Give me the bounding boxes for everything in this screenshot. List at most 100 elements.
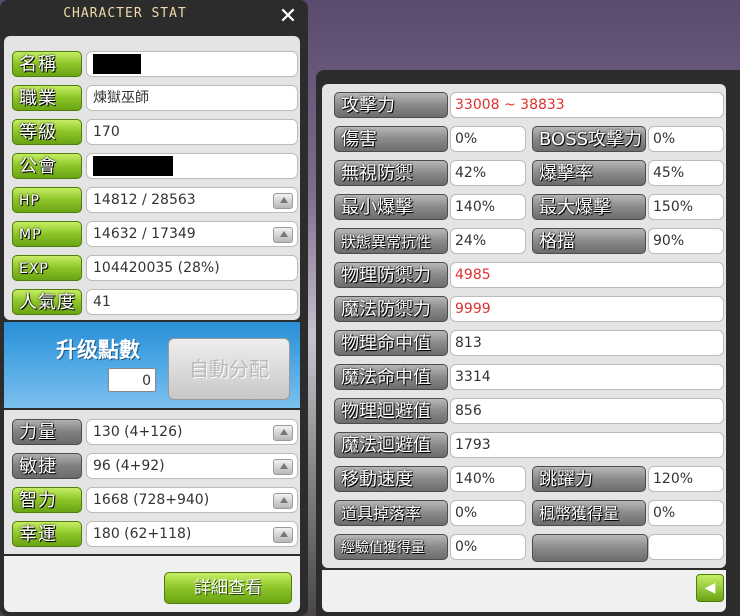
close-icon[interactable]: ✕ [276, 6, 300, 28]
luk-text: 180 (62+118) [93, 526, 192, 542]
dex-increase-button[interactable] [273, 459, 293, 475]
item-drop-label: 道具掉落率 [334, 500, 448, 526]
empty-stat-value [648, 534, 724, 560]
magic-acc-value: 3314 [450, 364, 724, 390]
status-res-value: 24% [450, 228, 526, 254]
collapse-arrow-icon[interactable]: ◀ [696, 574, 724, 602]
hp-text: 14812 / 28563 [93, 192, 196, 208]
phys-acc-value: 813 [450, 330, 724, 356]
window-title: CHARACTER STAT [63, 6, 187, 21]
redacted-guild [93, 156, 173, 176]
phys-acc-row: 物理命中值 813 [334, 330, 724, 358]
item-drop-value: 0% [450, 500, 526, 526]
max-crit-row: 最大爆擊 150% [532, 194, 724, 222]
redacted-name [93, 54, 141, 74]
hp-increase-button[interactable] [273, 193, 293, 209]
str-increase-button[interactable] [273, 425, 293, 441]
damage-label: 傷害 [334, 126, 448, 152]
magic-eva-value: 1793 [450, 432, 724, 458]
luk-label: 幸運 [12, 521, 82, 547]
hp-value: 14812 / 28563 [86, 187, 298, 213]
meso-row: 楓幣獲得量 0% [532, 500, 724, 528]
damage-value: 0% [450, 126, 526, 152]
block-label: 格擋 [532, 228, 646, 254]
ignore-def-row: 無視防禦 42% [334, 160, 526, 188]
detail-stat-window: 攻擊力 33008 ~ 38833 傷害 0% BOSS攻擊力 0% 無視防禦 … [316, 70, 740, 616]
basic-info-section: 名稱 職業 煉獄巫師 等級 170 公會 HP 14812 / 28563 MP… [4, 36, 300, 320]
magic-def-row: 魔法防禦力 9999 [334, 296, 724, 324]
int-increase-button[interactable] [273, 493, 293, 509]
int-row: 智力 1668 (728+940) [12, 486, 298, 514]
luk-row: 幸運 180 (62+118) [12, 520, 298, 548]
mp-label: MP [12, 221, 82, 247]
str-value: 130 (4+126) [86, 419, 298, 445]
character-stat-window: CHARACTER STAT ✕ 名稱 職業 煉獄巫師 等級 170 公會 HP… [0, 0, 308, 616]
dex-label: 敏捷 [12, 453, 82, 479]
dex-row: 敏捷 96 (4+92) [12, 452, 298, 480]
mp-increase-button[interactable] [273, 227, 293, 243]
int-value: 1668 (728+940) [86, 487, 298, 513]
crit-rate-value: 45% [648, 160, 724, 186]
jump-value: 120% [648, 466, 724, 492]
phys-eva-label: 物理迴避值 [334, 398, 448, 424]
min-crit-label: 最小爆擊 [334, 194, 448, 220]
magic-eva-label: 魔法迴避值 [334, 432, 448, 458]
dex-value: 96 (4+92) [86, 453, 298, 479]
min-crit-value: 140% [450, 194, 526, 220]
fame-row: 人氣度 41 [12, 288, 298, 316]
empty-stat-row [532, 534, 724, 562]
speed-value: 140% [450, 466, 526, 492]
str-row: 力量 130 (4+126) [12, 418, 298, 446]
detail-stats-section: 攻擊力 33008 ~ 38833 傷害 0% BOSS攻擊力 0% 無視防禦 … [322, 84, 726, 568]
ap-label: 升级點數 [56, 338, 140, 362]
job-label: 職業 [12, 85, 82, 111]
luk-value: 180 (62+118) [86, 521, 298, 547]
fame-label: 人氣度 [12, 289, 82, 315]
ignore-def-value: 42% [450, 160, 526, 186]
phys-def-row: 物理防禦力 4985 [334, 262, 724, 290]
speed-label: 移動速度 [334, 466, 448, 492]
jump-label: 跳躍力 [532, 466, 646, 492]
hp-row: HP 14812 / 28563 [12, 186, 298, 214]
name-value [86, 51, 298, 77]
dex-text: 96 (4+92) [93, 458, 165, 474]
phys-eva-row: 物理迴避值 856 [334, 398, 724, 426]
level-label: 等級 [12, 119, 82, 145]
status-res-label: 狀態異常抗性 [334, 228, 448, 254]
speed-row: 移動速度 140% [334, 466, 526, 494]
item-drop-row: 道具掉落率 0% [334, 500, 526, 528]
name-row: 名稱 [12, 50, 298, 78]
phys-def-value: 4985 [450, 262, 724, 288]
str-text: 130 (4+126) [93, 424, 183, 440]
magic-eva-row: 魔法迴避值 1793 [334, 432, 724, 460]
damage-row: 傷害 0% [334, 126, 526, 154]
exp-label: EXP [12, 255, 82, 281]
exp-value: 104420035 (28%) [86, 255, 298, 281]
ability-points-section: 升级點數 0 自動分配 [4, 322, 300, 408]
mp-row: MP 14632 / 17349 [12, 220, 298, 248]
auto-assign-button[interactable]: 自動分配 [168, 338, 290, 400]
meso-value: 0% [648, 500, 724, 526]
detail-view-button[interactable]: 詳細查看 [164, 572, 292, 604]
int-text: 1668 (728+940) [93, 492, 210, 508]
guild-label: 公會 [12, 153, 82, 179]
job-row: 職業 煉獄巫師 [12, 84, 298, 112]
crit-rate-label: 爆擊率 [532, 160, 646, 186]
block-value: 90% [648, 228, 724, 254]
phys-eva-value: 856 [450, 398, 724, 424]
right-footer [322, 570, 726, 612]
luk-increase-button[interactable] [273, 527, 293, 543]
ignore-def-label: 無視防禦 [334, 160, 448, 186]
block-row: 格擋 90% [532, 228, 724, 256]
min-crit-row: 最小爆擊 140% [334, 194, 526, 222]
job-value: 煉獄巫師 [86, 85, 298, 111]
level-row: 等級 170 [12, 118, 298, 146]
phys-def-label: 物理防禦力 [334, 262, 448, 288]
attack-value: 33008 ~ 38833 [450, 92, 724, 118]
magic-acc-row: 魔法命中值 3314 [334, 364, 724, 392]
max-crit-label: 最大爆擊 [532, 194, 646, 220]
level-value: 170 [86, 119, 298, 145]
boss-damage-label: BOSS攻擊力 [532, 126, 646, 152]
empty-stat-label [532, 534, 648, 562]
mp-value: 14632 / 17349 [86, 221, 298, 247]
